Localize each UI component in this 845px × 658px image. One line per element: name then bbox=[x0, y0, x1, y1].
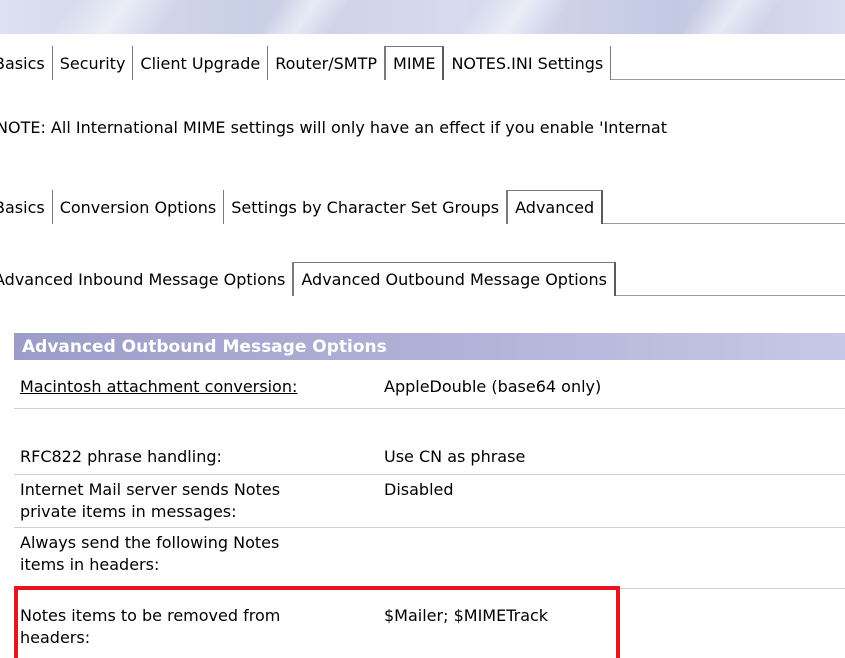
tab-advanced-outbound[interactable]: Advanced Outbound Message Options bbox=[293, 262, 616, 296]
tab-router-smtp[interactable]: Router/SMTP bbox=[268, 46, 386, 80]
tab-character-set-groups[interactable]: Settings by Character Set Groups bbox=[224, 190, 508, 224]
field-row-rfc822: RFC822 phrase handling: Use CN as phrase bbox=[14, 440, 845, 475]
field-row-removed-items: Notes items to be removed from headers: … bbox=[14, 589, 845, 658]
tab-client-upgrade[interactable]: Client Upgrade bbox=[133, 46, 269, 80]
rfc822-label: RFC822 phrase handling: bbox=[20, 447, 222, 466]
tab-mime-basics[interactable]: Basics bbox=[0, 190, 53, 224]
settings-sheet: Basics Security Client Upgrade Router/SM… bbox=[0, 0, 845, 658]
tab-security[interactable]: Security bbox=[52, 46, 134, 80]
tab-advanced-inbound[interactable]: Advanced Inbound Message Options bbox=[0, 262, 294, 296]
tab-notes-ini-settings[interactable]: NOTES.INI Settings bbox=[444, 46, 612, 80]
private-items-value[interactable]: Disabled bbox=[384, 479, 454, 501]
top-tab-bar: Basics Security Client Upgrade Router/SM… bbox=[0, 46, 845, 80]
tab-mime[interactable]: MIME bbox=[385, 46, 445, 80]
tab-advanced[interactable]: Advanced bbox=[507, 190, 604, 224]
always-send-label: Always send the following Notes items in… bbox=[20, 533, 280, 574]
field-row-mac-attachment: Macintosh attachment conversion: AppleDo… bbox=[14, 370, 845, 409]
field-row-private-items: Internet Mail server sends Notes private… bbox=[14, 475, 845, 528]
field-row-always-send: Always send the following Notes items in… bbox=[14, 528, 845, 589]
advanced-tab-bar: Advanced Inbound Message Options Advance… bbox=[0, 262, 845, 296]
tab-basics[interactable]: Basics bbox=[0, 46, 53, 80]
mime-note-text: NOTE: All International MIME settings wi… bbox=[0, 118, 667, 137]
removed-items-value[interactable]: $Mailer; $MIMETrack bbox=[384, 605, 548, 627]
mac-attachment-value[interactable]: AppleDouble (base64 only) bbox=[384, 376, 601, 398]
removed-items-label: Notes items to be removed from headers: bbox=[20, 606, 281, 647]
private-items-label: Internet Mail server sends Notes private… bbox=[20, 480, 281, 521]
rfc822-value[interactable]: Use CN as phrase bbox=[384, 446, 525, 468]
section-title: Advanced Outbound Message Options bbox=[14, 333, 845, 360]
mime-tab-bar: Basics Conversion Options Settings by Ch… bbox=[0, 190, 845, 224]
header-banner bbox=[0, 0, 845, 34]
mac-attachment-label-link[interactable]: Macintosh attachment conversion: bbox=[20, 376, 380, 398]
tab-conversion-options[interactable]: Conversion Options bbox=[52, 190, 225, 224]
